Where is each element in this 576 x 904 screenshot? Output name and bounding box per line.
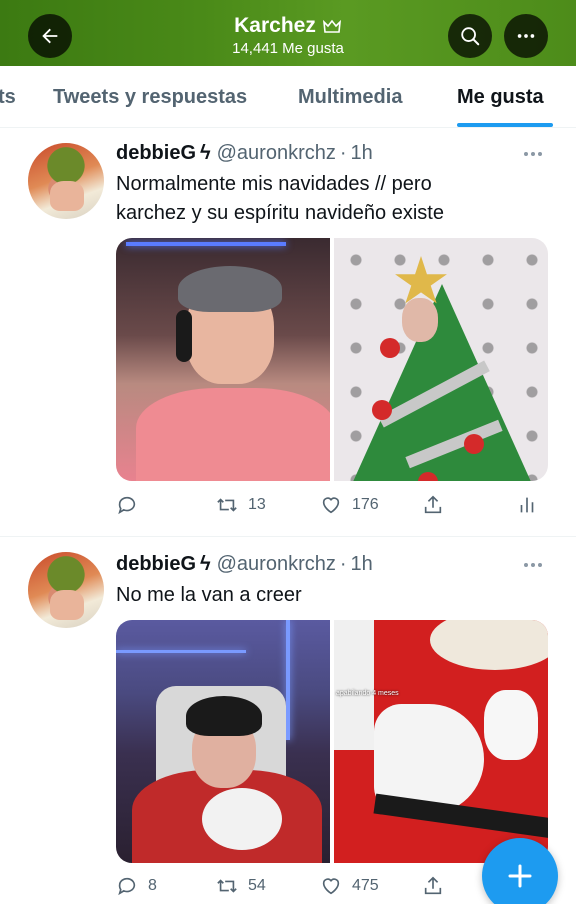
tweet-time[interactable]: 1h	[351, 142, 373, 165]
author-name[interactable]: debbieG	[116, 142, 196, 165]
tweet-media: apabilando 4 meses	[116, 620, 548, 863]
reply-button[interactable]: 8	[116, 875, 157, 897]
tab-tweets[interactable]: ts	[0, 86, 16, 109]
tweet-header: debbieG ϟ @auronkrchz · 1h	[116, 553, 373, 576]
heart-icon	[322, 497, 340, 514]
reply-count: 8	[148, 877, 157, 894]
profile-tabs: ts Tweets y respuestas Multimedia Me gus…	[0, 66, 576, 128]
tweet-text-line: No me la van a creer	[116, 584, 302, 606]
tweet-header: debbieG ϟ @auronkrchz · 1h	[116, 142, 373, 165]
tweet-text: Normalmente mis navidades // pero karche…	[116, 170, 556, 228]
profile-name: Karchez	[234, 14, 316, 37]
media-overlay-text: apabilando 4 meses	[336, 690, 399, 697]
author-handle[interactable]: @auronkrchz	[217, 553, 336, 576]
retweet-icon	[217, 879, 237, 893]
retweet-count: 13	[248, 496, 266, 513]
author-handle[interactable]: @auronkrchz	[217, 142, 336, 165]
bolt-glyph: ϟ	[200, 142, 211, 164]
profile-header: Karchez 14,441 Me gusta	[0, 0, 576, 66]
tweet-text-line: Normalmente mis navidades // pero	[116, 173, 432, 195]
tweet-time[interactable]: 1h	[351, 553, 373, 576]
bolt-glyph: ϟ	[200, 553, 211, 575]
avatar[interactable]	[28, 143, 104, 219]
tab-me-gusta[interactable]: Me gusta	[457, 86, 544, 109]
reply-icon	[118, 877, 136, 896]
compose-tweet-button[interactable]	[482, 838, 558, 904]
search-button[interactable]	[448, 14, 492, 58]
tab-tweets-y-respuestas[interactable]: Tweets y respuestas	[53, 86, 247, 109]
tweet-actions: 13 176	[116, 494, 546, 518]
tweet-media	[116, 238, 548, 481]
tab-multimedia[interactable]: Multimedia	[298, 86, 402, 109]
photo-streamer-with-dog[interactable]	[116, 620, 330, 863]
share-button[interactable]	[422, 494, 444, 516]
reply-button[interactable]	[116, 494, 138, 516]
tweet-text: No me la van a creer	[116, 581, 556, 610]
separator-dot: ·	[339, 553, 347, 575]
analytics-icon	[520, 497, 534, 513]
share-icon	[424, 876, 442, 895]
heart-icon	[322, 878, 340, 895]
compose-plus-icon	[508, 864, 532, 888]
separator-dot: ·	[339, 142, 347, 164]
retweet-button[interactable]: 13	[216, 494, 266, 516]
reply-icon	[118, 496, 136, 515]
photo-streamer-pink-shirt[interactable]	[116, 238, 330, 481]
share-icon	[424, 495, 442, 514]
tweet-text-line: karchez y su espíritu navideño existe	[116, 202, 444, 224]
photo-christmas-tree-costume[interactable]	[334, 238, 548, 481]
search-icon	[461, 27, 480, 46]
tweet-more-icon[interactable]	[524, 150, 548, 158]
author-name[interactable]: debbieG	[116, 553, 196, 576]
like-button[interactable]: 475	[320, 875, 379, 897]
retweet-icon	[217, 498, 237, 512]
tweet-1[interactable]: debbieG ϟ @auronkrchz · 1h Normalmente m…	[0, 128, 576, 536]
retweet-count: 54	[248, 877, 266, 894]
share-button[interactable]	[422, 875, 444, 897]
lock-icon	[322, 19, 341, 33]
more-horizontal-icon	[517, 34, 535, 38]
retweet-button[interactable]: 54	[216, 875, 266, 897]
like-count: 176	[352, 496, 379, 513]
more-options-button[interactable]	[504, 14, 548, 58]
active-tab-indicator	[457, 123, 553, 127]
tweet-2[interactable]: debbieG ϟ @auronkrchz · 1h No me la van …	[0, 537, 576, 904]
avatar[interactable]	[28, 552, 104, 628]
tweet-more-icon[interactable]	[524, 561, 548, 569]
like-count: 475	[352, 877, 379, 894]
photo-santa-costume[interactable]: apabilando 4 meses	[334, 620, 548, 863]
analytics-button[interactable]	[516, 494, 538, 516]
like-button[interactable]: 176	[320, 494, 379, 516]
